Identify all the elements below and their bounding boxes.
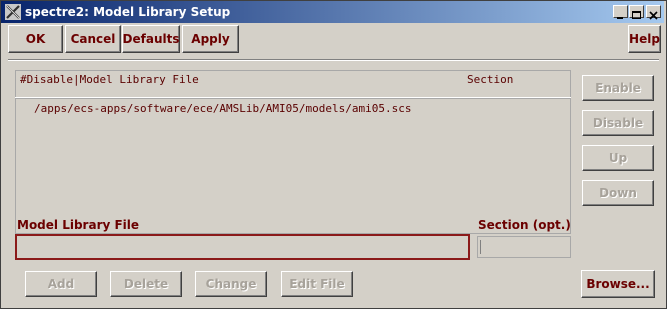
browse-button[interactable]: Browse... [581, 270, 655, 298]
toolbar-separator [8, 59, 659, 61]
up-button[interactable]: Up [582, 145, 654, 171]
down-button-label: Down [599, 186, 637, 200]
header-divider [16, 98, 570, 99]
maximize-icon [632, 11, 641, 19]
section-label: Section (opt.) [478, 218, 571, 232]
close-icon [649, 11, 658, 20]
window-title: spectre2: Model Library Setup [25, 5, 231, 19]
change-button[interactable]: Change [195, 271, 267, 297]
column-header-file: #Disable|Model Library File [20, 73, 199, 86]
delete-button[interactable]: Delete [110, 271, 182, 297]
cancel-button[interactable]: Cancel [65, 25, 121, 53]
edit-file-button[interactable]: Edit File [281, 271, 353, 297]
enable-button[interactable]: Enable [582, 75, 654, 101]
model-library-file-field[interactable] [15, 234, 470, 260]
add-button[interactable]: Add [25, 271, 97, 297]
list-item[interactable]: /apps/ecs-apps/software/ece/AMSLib/AMI05… [34, 102, 412, 115]
close-button[interactable] [646, 5, 661, 20]
edit-file-button-label: Edit File [289, 277, 345, 291]
defaults-button[interactable]: Defaults [122, 25, 180, 53]
minimize-button[interactable] [613, 5, 628, 19]
apply-button[interactable]: Apply [182, 25, 239, 53]
maximize-button[interactable] [629, 5, 644, 19]
add-button-label: Add [47, 277, 75, 291]
enable-button-label: Enable [595, 81, 641, 95]
column-header-section: Section [467, 73, 514, 86]
cadence-x-icon [5, 4, 21, 20]
disable-button[interactable]: Disable [582, 110, 654, 136]
disable-button-label: Disable [592, 116, 644, 130]
up-button-label: Up [608, 151, 628, 165]
delete-button-label: Delete [123, 277, 169, 291]
title-bar[interactable]: spectre2: Model Library Setup [1, 1, 664, 23]
down-button[interactable]: Down [582, 180, 654, 206]
ok-button[interactable]: OK [8, 25, 63, 53]
help-button[interactable]: Help [628, 25, 661, 53]
model-library-file-label: Model Library File [17, 218, 140, 232]
minimize-icon [617, 17, 623, 19]
change-button-label: Change [205, 277, 257, 291]
section-field[interactable] [477, 236, 571, 258]
text-caret [480, 240, 481, 254]
